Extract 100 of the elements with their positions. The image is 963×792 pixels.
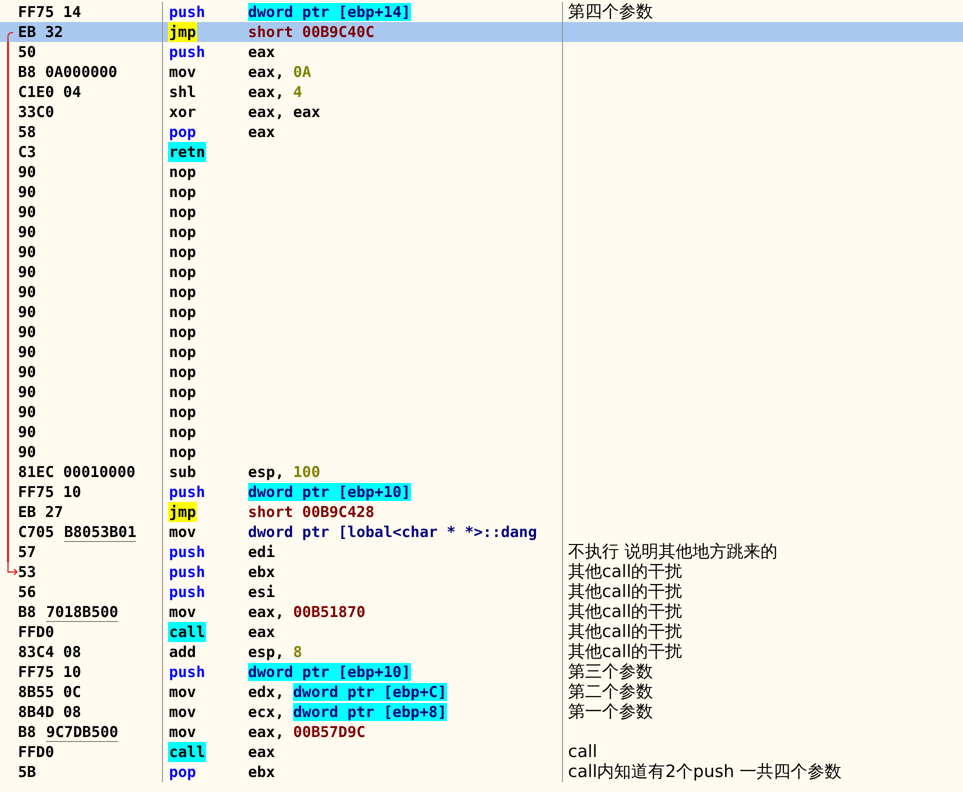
code-row[interactable]: 90 nop [0, 262, 963, 282]
code-row[interactable]: C705 B8053B01 mov dword ptr [lobal<char * *>::dang [0, 522, 963, 542]
operand: esi [248, 583, 276, 601]
code-row[interactable]: 90 nop [0, 402, 963, 422]
code-row[interactable]: 8B4D 08 mov ecx, dword ptr [ebp+8] 第一个参数 [0, 702, 963, 722]
mnemonic: push [168, 2, 206, 22]
mnemonic: push [168, 482, 206, 502]
hex-bytes: C705 [18, 522, 54, 542]
mnemonic: jmp [168, 502, 198, 522]
code-row[interactable]: EB 27 jmp short 00B9C428 [0, 502, 963, 522]
code-row[interactable]: 90 nop [0, 442, 963, 462]
operand: esp, 8 [248, 643, 302, 661]
code-row[interactable]: B8 0A000000 mov eax, 0A [0, 62, 963, 82]
mnemonic: nop [168, 422, 198, 442]
code-row[interactable]: EB 32 jmp short 00B9C40C [0, 22, 963, 42]
hex-bytes: 33C0 [18, 102, 54, 122]
operand: edi [248, 543, 276, 561]
operand: eax, 0A [248, 63, 312, 81]
operand: eax [248, 123, 276, 141]
operand: ebx [248, 563, 276, 581]
code-row[interactable]: 90 nop [0, 222, 963, 242]
comment: 其他call的干扰 [568, 562, 682, 582]
code-row[interactable]: 90 nop [0, 242, 963, 262]
hex-bytes: FF75 14 [18, 2, 82, 22]
code-row[interactable]: 90 nop [0, 202, 963, 222]
operand: dword ptr [ebp+10] [248, 663, 411, 681]
code-row[interactable]: 90 nop [0, 182, 963, 202]
code-row[interactable]: 57 push edi 不执行 说明其他地方跳来的 [0, 542, 963, 562]
operand: eax [248, 623, 276, 641]
code-row[interactable]: 8B55 0C mov edx, dword ptr [ebp+C] 第二个参数 [0, 682, 963, 702]
hex-bytes: FF75 10 [18, 662, 82, 682]
code-row[interactable]: 90 nop [0, 342, 963, 362]
hex-bytes: 90 [18, 282, 36, 302]
hex-bytes: 53 [18, 562, 36, 582]
hex-bytes: 90 [18, 222, 36, 242]
hex-bytes: 90 [18, 422, 36, 442]
mnemonic: sub [168, 462, 198, 482]
mnemonic: nop [168, 442, 198, 462]
mnemonic: mov [168, 522, 198, 542]
mnemonic: nop [168, 302, 198, 322]
comment: 第一个参数 [568, 702, 653, 722]
comment: 其他call的干扰 [568, 582, 682, 602]
code-row[interactable]: 90 nop [0, 382, 963, 402]
comment: 其他call的干扰 [568, 602, 682, 622]
code-row[interactable]: FF75 10 push dword ptr [ebp+10] [0, 482, 963, 502]
operand: short 00B9C428 [248, 503, 374, 521]
hex-bytes: 50 [18, 42, 36, 62]
code-row[interactable]: 50 push eax [0, 42, 963, 62]
mnemonic: nop [168, 202, 198, 222]
mnemonic: nop [168, 322, 198, 342]
mnemonic: pop [168, 122, 198, 142]
mnemonic: nop [168, 242, 198, 262]
mnemonic: add [168, 642, 198, 662]
code-row[interactable]: 90 nop [0, 162, 963, 182]
comment: 不执行 说明其他地方跳来的 [568, 542, 778, 562]
code-row[interactable]: 53 push ebx 其他call的干扰 [0, 562, 963, 582]
mnemonic: call [168, 742, 206, 762]
mnemonic: xor [168, 102, 198, 122]
mnemonic: jmp [168, 22, 198, 42]
hex-bytes: FFD0 [18, 622, 54, 642]
operand: ecx, dword ptr [ebp+8] [248, 703, 447, 721]
code-row[interactable]: C3 retn [0, 142, 963, 162]
hex-bytes: 58 [18, 122, 36, 142]
relocation-bytes: 9C7DB500 [46, 722, 118, 742]
code-row[interactable]: 90 nop [0, 302, 963, 322]
hex-bytes: 83C4 08 [18, 642, 82, 662]
hex-bytes: 90 [18, 302, 36, 322]
code-row[interactable]: 90 nop [0, 422, 963, 442]
hex-bytes: 90 [18, 382, 36, 402]
code-row[interactable]: 90 nop [0, 322, 963, 342]
code-row[interactable]: 5B pop ebx call内知道有2个push 一共四个参数 [0, 762, 963, 782]
code-row[interactable]: C1E0 04 shl eax, 4 [0, 82, 963, 102]
code-row[interactable]: 83C4 08 add esp, 8 其他call的干扰 [0, 642, 963, 662]
hex-bytes: 81EC 00010000 [18, 462, 136, 482]
code-row[interactable]: FFD0 call eax 其他call的干扰 [0, 622, 963, 642]
comment: 其他call的干扰 [568, 642, 682, 662]
code-row[interactable]: 81EC 00010000 sub esp, 100 [0, 462, 963, 482]
operand: eax, eax [248, 103, 320, 121]
mnemonic: retn [168, 142, 206, 162]
code-row[interactable]: FFD0 call eax call [0, 742, 963, 762]
hex-bytes: EB 32 [18, 22, 64, 42]
code-row[interactable]: 33C0 xor eax, eax [0, 102, 963, 122]
hex-bytes: 8B55 0C [18, 682, 82, 702]
hex-bytes: FF75 10 [18, 482, 82, 502]
hex-bytes: 5B [18, 762, 36, 782]
operand: eax [248, 743, 276, 761]
operand: eax, 00B51870 [248, 603, 366, 621]
operand: dword ptr [ebp+10] [248, 483, 411, 501]
relocation-bytes: B8053B01 [64, 522, 136, 542]
code-row[interactable]: 90 nop [0, 282, 963, 302]
hex-bytes: B8 0A000000 [18, 62, 118, 82]
operand: short 00B9C40C [248, 23, 374, 41]
comment: 第二个参数 [568, 682, 653, 702]
code-row[interactable]: FF75 10 push dword ptr [ebp+10] 第三个参数 [0, 662, 963, 682]
mnemonic: nop [168, 262, 198, 282]
code-row[interactable]: 56 push esi 其他call的干扰 [0, 582, 963, 602]
mnemonic: push [168, 42, 206, 62]
hex-bytes: 56 [18, 582, 36, 602]
hex-bytes: EB 27 [18, 502, 64, 522]
code-row[interactable]: 90 nop [0, 362, 963, 382]
